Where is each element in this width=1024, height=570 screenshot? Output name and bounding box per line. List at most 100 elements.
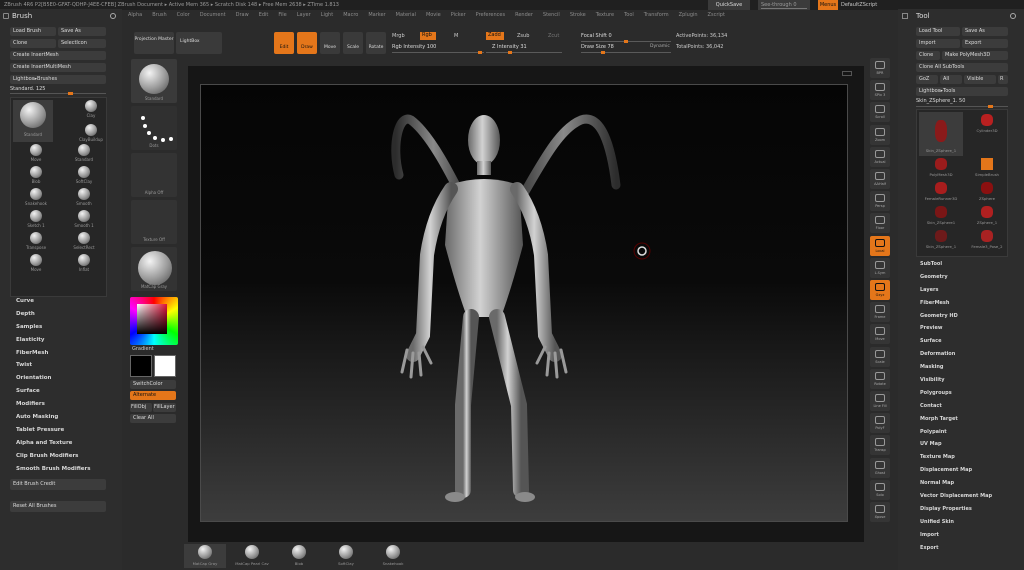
menu-texture[interactable]: Texture xyxy=(596,12,614,18)
brush-section-smooth-brush-modifiers[interactable]: Smooth Brush Modifiers xyxy=(16,463,91,476)
switchcolor-button[interactable]: SwitchColor xyxy=(130,380,176,389)
brush-item-blob[interactable]: Blob xyxy=(13,166,59,188)
menu-macro[interactable]: Macro xyxy=(343,12,358,18)
lightbox-tools-button[interactable]: Lightbox▸Tools xyxy=(916,87,1008,96)
gradient-label[interactable]: Gradient xyxy=(132,346,154,352)
shelf-solo-button[interactable]: Solo xyxy=(870,479,890,500)
shelf-aahalf-button[interactable]: AAHalf xyxy=(870,169,890,189)
shelf-xpose-button[interactable]: Xpose xyxy=(870,502,890,522)
shelf-bpr-button[interactable]: BPR xyxy=(870,58,890,78)
goz-all-button[interactable]: All xyxy=(940,75,962,84)
edit-button[interactable]: Edit xyxy=(274,32,294,54)
load-brush-button[interactable]: Load Brush xyxy=(10,27,56,36)
draw-size-track[interactable] xyxy=(581,49,671,54)
filllayer-button[interactable]: FillLayer xyxy=(153,403,176,412)
tool-save-as-button[interactable]: Save As xyxy=(962,27,1008,36)
menu-stencil[interactable]: Stencil xyxy=(543,12,560,18)
tool-import-button[interactable]: Import xyxy=(916,39,960,48)
shelf-polyf-button[interactable]: PolyF xyxy=(870,413,890,434)
zcut-button[interactable]: Zcut xyxy=(548,33,559,39)
brush-item-move[interactable]: Move xyxy=(13,254,59,276)
shelf-move-button[interactable]: Move xyxy=(870,324,890,345)
menu-material[interactable]: Material xyxy=(396,12,416,18)
menu-brush[interactable]: Brush xyxy=(152,12,166,18)
menu-document[interactable]: Document xyxy=(200,12,226,18)
brush-section-orientation[interactable]: Orientation xyxy=(16,372,91,385)
menu-edit[interactable]: Edit xyxy=(259,12,269,18)
tool-section-deformation[interactable]: Deformation xyxy=(920,348,992,361)
color-picker[interactable] xyxy=(130,297,178,345)
tool-section-preview[interactable]: Preview xyxy=(920,322,992,335)
tool-item-cylinder3d[interactable]: Cylinder3D xyxy=(965,112,1009,136)
bottom-shelf-snakehook[interactable]: Snakehook xyxy=(372,544,414,568)
menu-zplugin[interactable]: Zplugin xyxy=(679,12,698,18)
m-button[interactable]: M xyxy=(454,33,458,39)
brush-item-smooth[interactable]: Smooth xyxy=(61,188,107,210)
zsub-button[interactable]: Zsub xyxy=(517,33,529,39)
shelf-gxyz-button[interactable]: Gxyz xyxy=(870,280,890,300)
tool-item-simplebrush[interactable]: SimpleBrush xyxy=(965,156,1009,180)
brush-section-auto-masking[interactable]: Auto Masking xyxy=(16,411,91,424)
focal-shift-track[interactable] xyxy=(581,38,671,43)
menu-zscript[interactable]: Zscript xyxy=(708,12,725,18)
menu-marker[interactable]: Marker xyxy=(368,12,385,18)
tool-section-polygroups[interactable]: Polygroups xyxy=(920,387,992,400)
tool-item-zsphere[interactable]: ZSphere xyxy=(965,180,1009,204)
menus-button[interactable]: Menus xyxy=(818,0,838,10)
tool-section-morph-target[interactable]: Morph Target xyxy=(920,413,992,426)
shelf-l-sym-button[interactable]: L.Sym xyxy=(870,257,890,278)
brush-section-twist[interactable]: Twist xyxy=(16,359,91,372)
brush-section-elasticity[interactable]: Elasticity xyxy=(16,334,91,347)
menu-draw[interactable]: Draw xyxy=(236,12,249,18)
menu-picker[interactable]: Picker xyxy=(451,12,466,18)
tool-item-skin-zsphere1[interactable]: Skin_ZSphere1 xyxy=(919,204,963,228)
clone-all-subtools-button[interactable]: Clone All SubTools xyxy=(916,63,1008,72)
brush-clone-button[interactable]: Clone xyxy=(10,39,56,48)
shelf-ghost-button[interactable]: Ghost xyxy=(870,457,890,478)
clear-all-button[interactable]: Clear All xyxy=(130,414,176,423)
edit-brush-credit-button[interactable]: Edit Brush Credit xyxy=(10,479,106,490)
shelf-frame-button[interactable]: Frame xyxy=(870,302,890,323)
tool-section-texture-map[interactable]: Texture Map xyxy=(920,451,992,464)
tool-section-polypaint[interactable]: Polypaint xyxy=(920,426,992,439)
brush-item-standard[interactable]: Standard xyxy=(13,100,53,142)
brush-item-standard[interactable]: Standard xyxy=(61,144,107,166)
menu-render[interactable]: Render xyxy=(515,12,533,18)
shelf-floor-button[interactable]: Floor xyxy=(870,213,890,234)
shelf-transp-button[interactable]: Transp xyxy=(870,435,890,456)
z-intensity-track[interactable] xyxy=(486,49,562,54)
menu-tool[interactable]: Tool xyxy=(624,12,634,18)
tool-item-zsphere-1[interactable]: ZSphere_1 xyxy=(965,204,1009,228)
brush-item-softclay[interactable]: SoftClay xyxy=(61,166,107,188)
tool-panel-dock-icon[interactable] xyxy=(902,13,908,19)
brush-item-snakehook[interactable]: Snakehook xyxy=(13,188,59,210)
lightbox-brushes-button[interactable]: Lightbox▸Brushes xyxy=(10,75,106,84)
tool-section-geometry-hd[interactable]: Geometry HD xyxy=(920,310,992,323)
tool-item-skin-zsphere-1[interactable]: Skin_ZSphere_1 xyxy=(919,112,963,156)
brush-item-move[interactable]: Move xyxy=(13,144,59,166)
document-canvas[interactable] xyxy=(200,84,848,522)
tool-section-masking[interactable]: Masking xyxy=(920,361,992,374)
bottom-shelf-blob[interactable]: Blob xyxy=(278,544,320,568)
menu-alpha[interactable]: Alpha xyxy=(128,12,142,18)
alternate-button[interactable]: Alternate xyxy=(130,391,176,400)
brush-item-selectrect[interactable]: SelectRect xyxy=(61,232,107,254)
tool-section-normal-map[interactable]: Normal Map xyxy=(920,477,992,490)
tool-section-unified-skin[interactable]: Unified Skin xyxy=(920,516,992,529)
reset-all-brushes-button[interactable]: Reset All Brushes xyxy=(10,501,106,512)
brush-section-samples[interactable]: Samples xyxy=(16,321,91,334)
brush-section-fibermesh[interactable]: FiberMesh xyxy=(16,347,91,360)
menu-layer[interactable]: Layer xyxy=(297,12,311,18)
brush-section-curve[interactable]: Curve xyxy=(16,295,91,308)
create-insertmesh-button[interactable]: Create InsertMesh xyxy=(10,51,106,60)
menu-file[interactable]: File xyxy=(278,12,286,18)
brush-item-claybuildup[interactable]: ClayBuildup xyxy=(67,124,115,146)
tool-item-polymesh3d[interactable]: PolyMesh3D xyxy=(919,156,963,180)
tool-panel-close-icon[interactable] xyxy=(1010,13,1016,19)
tool-section-import[interactable]: Import xyxy=(920,529,992,542)
shelf-line-fill-button[interactable]: Line Fill xyxy=(870,391,890,411)
quicksave-button[interactable]: QuickSave xyxy=(708,0,750,10)
tool-section-uv-map[interactable]: UV Map xyxy=(920,438,992,451)
seethrough-slider[interactable]: See-through 0 xyxy=(758,0,810,10)
make-polymesh-button[interactable]: Make PolyMesh3D xyxy=(942,51,1008,60)
